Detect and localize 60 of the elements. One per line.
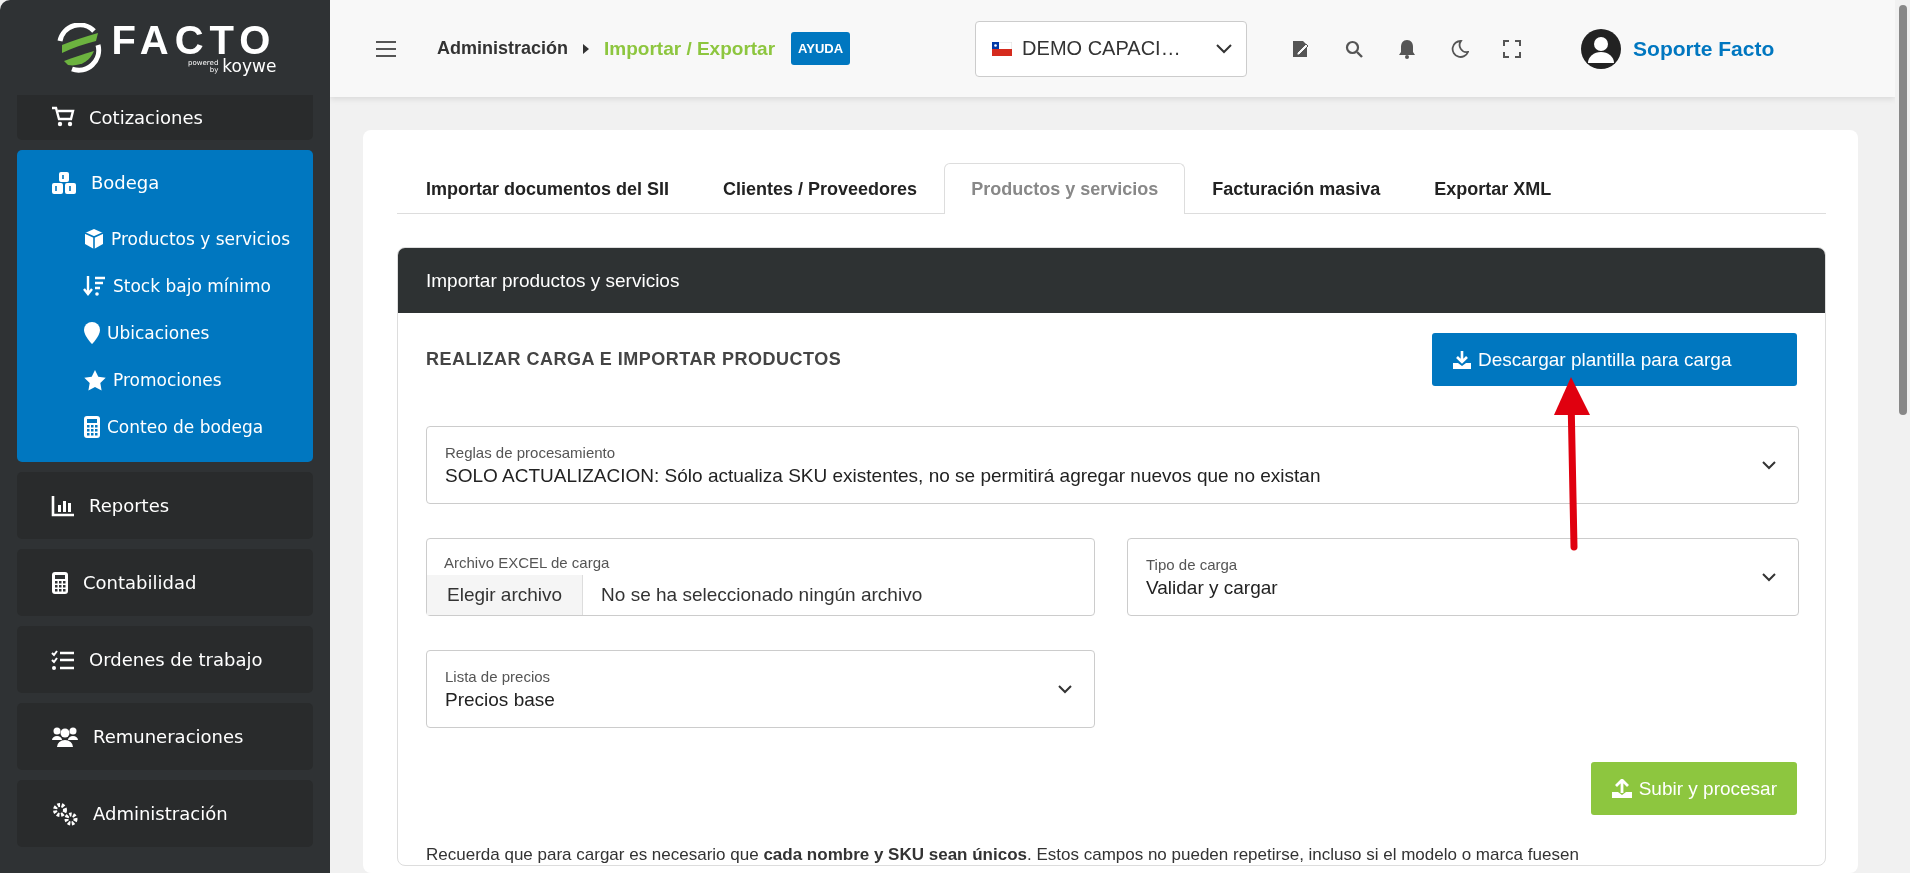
tab[interactable]: Clientes / Proveedores [696, 164, 945, 214]
tab[interactable]: Facturación masiva [1185, 164, 1408, 214]
sidebar-subitem[interactable]: Promociones [51, 356, 295, 403]
sidebar-item[interactable]: Remuneraciones [17, 703, 313, 770]
sidebar-subitem[interactable]: Productos y servicios [51, 215, 295, 262]
location-pin-icon [83, 320, 101, 345]
users-icon [51, 725, 79, 748]
box-icon [83, 227, 105, 250]
gears-icon [51, 801, 79, 826]
checklist-icon [51, 648, 75, 671]
download-template-button[interactable]: Descargar plantilla para carga [1432, 333, 1797, 386]
tab[interactable]: Exportar XML [1407, 164, 1579, 214]
sidebar-item[interactable]: Reportes [17, 472, 313, 539]
field-label: Archivo EXCEL de carga [443, 554, 611, 571]
user-name[interactable]: Soporte Facto [1633, 36, 1775, 61]
sidebar-item[interactable]: Administración [17, 780, 313, 847]
sidebar-item[interactable]: Bodega [51, 150, 295, 215]
breadcrumb-item[interactable]: Administración [437, 38, 569, 59]
breadcrumb-item: Importar / Exportar [604, 37, 776, 60]
fullscreen-icon[interactable] [1503, 39, 1522, 58]
help-button[interactable]: AYUDA [791, 32, 851, 65]
caret-right-icon [582, 42, 591, 55]
file-name-text: No se ha seleccionado ningún archivo [600, 584, 923, 606]
bar-chart-icon [51, 494, 75, 517]
moon-icon[interactable] [1451, 39, 1470, 58]
sidebar-subitem[interactable]: Conteo de bodega [51, 403, 295, 450]
tab[interactable]: Productos y servicios [944, 163, 1186, 214]
flag-icon [992, 41, 1013, 56]
select-field[interactable]: Lista de precios Precios base [426, 650, 1095, 728]
cart-icon [51, 106, 75, 128]
avatar-icon[interactable] [1581, 28, 1622, 69]
calculator-icon [51, 570, 69, 595]
sidebar-subitem[interactable]: Stock bajo mínimo [51, 262, 295, 309]
sort-down-icon [83, 274, 107, 297]
chevron-down-icon [1216, 43, 1233, 54]
chevron-down-icon [1762, 460, 1776, 470]
calculator-icon [83, 414, 101, 439]
select-field[interactable]: Reglas de procesamiento SOLO ACTUALIZACION: Sólo actualiza SKU existentes, no se permitirá agregar nuevos que no existan [426, 426, 1799, 504]
bell-icon[interactable] [1397, 38, 1418, 59]
scrollbar-thumb[interactable] [1899, 5, 1907, 415]
brand-text: koywe [222, 58, 277, 75]
tab[interactable]: Importar documentos del SII [397, 164, 697, 214]
search-icon[interactable] [1345, 39, 1364, 58]
sidebar-item[interactable]: Contabilidad [17, 549, 313, 616]
company-select[interactable]: DEMO CAPACI… [975, 20, 1248, 77]
choose-file-button[interactable]: Elegir archivo [427, 575, 584, 615]
chevron-down-icon [1058, 684, 1072, 694]
panel-header: Importar productos y servicios [398, 248, 1825, 313]
select-field[interactable]: Tipo de carga Validar y cargar [1127, 538, 1799, 616]
upload-icon [1610, 778, 1633, 799]
instructions-text: Recuerda que para cargar es necesario que cada nombre y SKU sean únicos. Estos campos no pueden repetirse, incluso si el modelo o marca fuesen [426, 845, 1580, 865]
sidebar-item[interactable]: Cotizaciones [17, 95, 313, 140]
chevron-down-icon [1762, 572, 1776, 582]
sidebar-item[interactable]: Ordenes de trabajo [17, 626, 313, 693]
menu-icon[interactable] [375, 39, 397, 58]
download-icon [1452, 349, 1472, 370]
sidebar-subitem[interactable]: Ubicaciones [51, 309, 295, 356]
star-icon [83, 368, 107, 391]
cubes-icon [51, 170, 77, 195]
section-title: REALIZAR CARGA E IMPORTAR PRODUCTOS [426, 349, 842, 370]
